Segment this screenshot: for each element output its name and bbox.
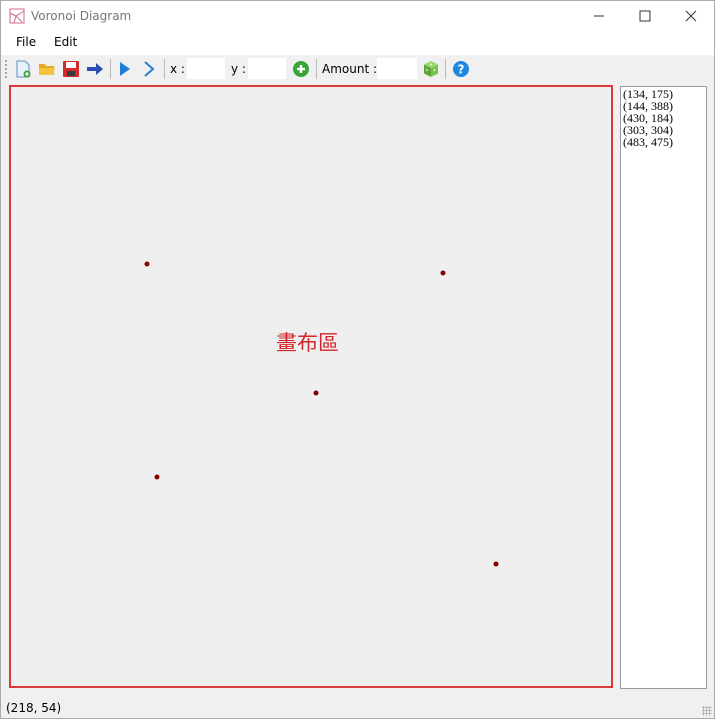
step-next-icon[interactable] bbox=[140, 60, 158, 78]
svg-text:?: ? bbox=[458, 63, 465, 77]
app-window: Voronoi Diagram File Edit x: y: Amount… bbox=[0, 0, 715, 719]
save-icon[interactable] bbox=[62, 60, 80, 78]
site-point[interactable] bbox=[154, 474, 160, 480]
random-cube-icon[interactable] bbox=[422, 60, 440, 78]
menu-file[interactable]: File bbox=[16, 35, 36, 49]
point-list[interactable]: (134, 175) (144, 388) (430, 184) (303, 3… bbox=[620, 86, 707, 689]
site-point[interactable] bbox=[144, 261, 150, 267]
close-icon bbox=[685, 10, 697, 22]
menu-bar: File Edit bbox=[1, 31, 714, 55]
toolbar-separator bbox=[164, 59, 165, 79]
close-button[interactable] bbox=[668, 1, 714, 31]
window-title: Voronoi Diagram bbox=[31, 9, 132, 23]
minimize-button[interactable] bbox=[576, 1, 622, 31]
menu-edit[interactable]: Edit bbox=[54, 35, 77, 49]
play-icon[interactable] bbox=[116, 60, 134, 78]
maximize-icon bbox=[639, 10, 651, 22]
toolbar-separator bbox=[110, 59, 111, 79]
site-point[interactable] bbox=[493, 561, 499, 567]
toolbar-separator bbox=[445, 59, 446, 79]
site-point[interactable] bbox=[313, 390, 319, 396]
add-point-icon[interactable] bbox=[292, 60, 310, 78]
y-label: y : bbox=[231, 62, 246, 76]
resize-grip[interactable] bbox=[702, 706, 712, 716]
canvas-svg bbox=[144, 261, 499, 567]
new-file-icon[interactable] bbox=[14, 60, 32, 78]
toolbar-separator bbox=[316, 59, 317, 79]
help-icon[interactable]: ? bbox=[452, 60, 470, 78]
amount-input[interactable] bbox=[377, 58, 417, 79]
y-input[interactable] bbox=[248, 58, 286, 79]
drawing-canvas[interactable]: 畫布區 bbox=[9, 85, 613, 688]
cursor-coordinates: (218, 54) bbox=[6, 701, 62, 715]
minimize-icon bbox=[594, 15, 604, 17]
list-item[interactable]: (483, 475) bbox=[623, 136, 704, 148]
voronoi-app-icon bbox=[9, 8, 25, 24]
toolbar-grip[interactable] bbox=[5, 59, 7, 79]
status-bar: (218, 54) bbox=[1, 697, 714, 718]
x-label: x : bbox=[170, 62, 185, 76]
title-bar: Voronoi Diagram bbox=[1, 1, 714, 31]
arrow-right-icon[interactable] bbox=[86, 60, 104, 78]
maximize-button[interactable] bbox=[622, 1, 668, 31]
toolbar: x : y : Amount : ? bbox=[1, 56, 714, 82]
amount-label: Amount : bbox=[322, 62, 378, 76]
site-point[interactable] bbox=[440, 270, 446, 276]
canvas-area-label: 畫布區 bbox=[276, 331, 339, 355]
x-input[interactable] bbox=[187, 58, 225, 79]
open-folder-icon[interactable] bbox=[38, 60, 56, 78]
